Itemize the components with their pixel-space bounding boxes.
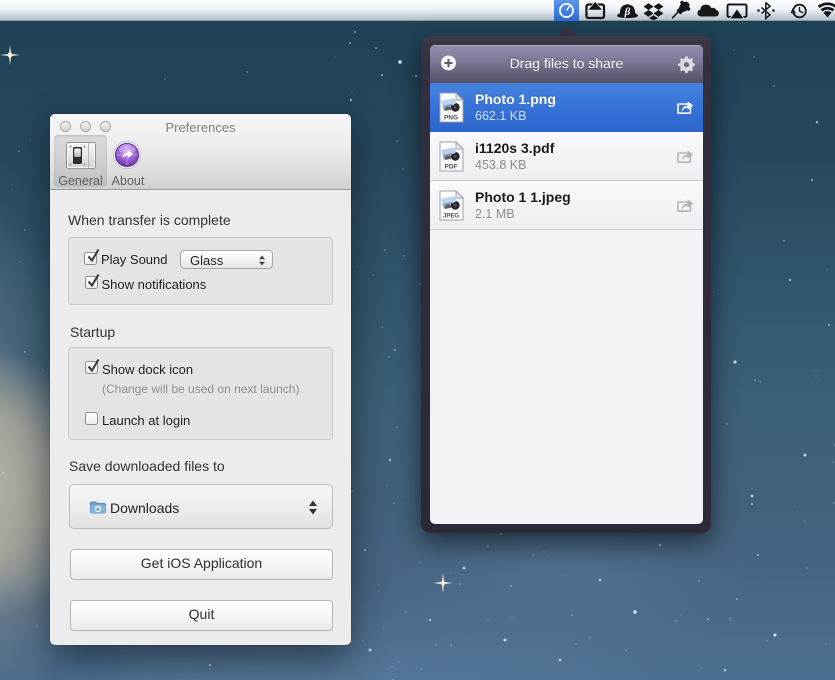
svg-text:β: β (624, 6, 631, 18)
